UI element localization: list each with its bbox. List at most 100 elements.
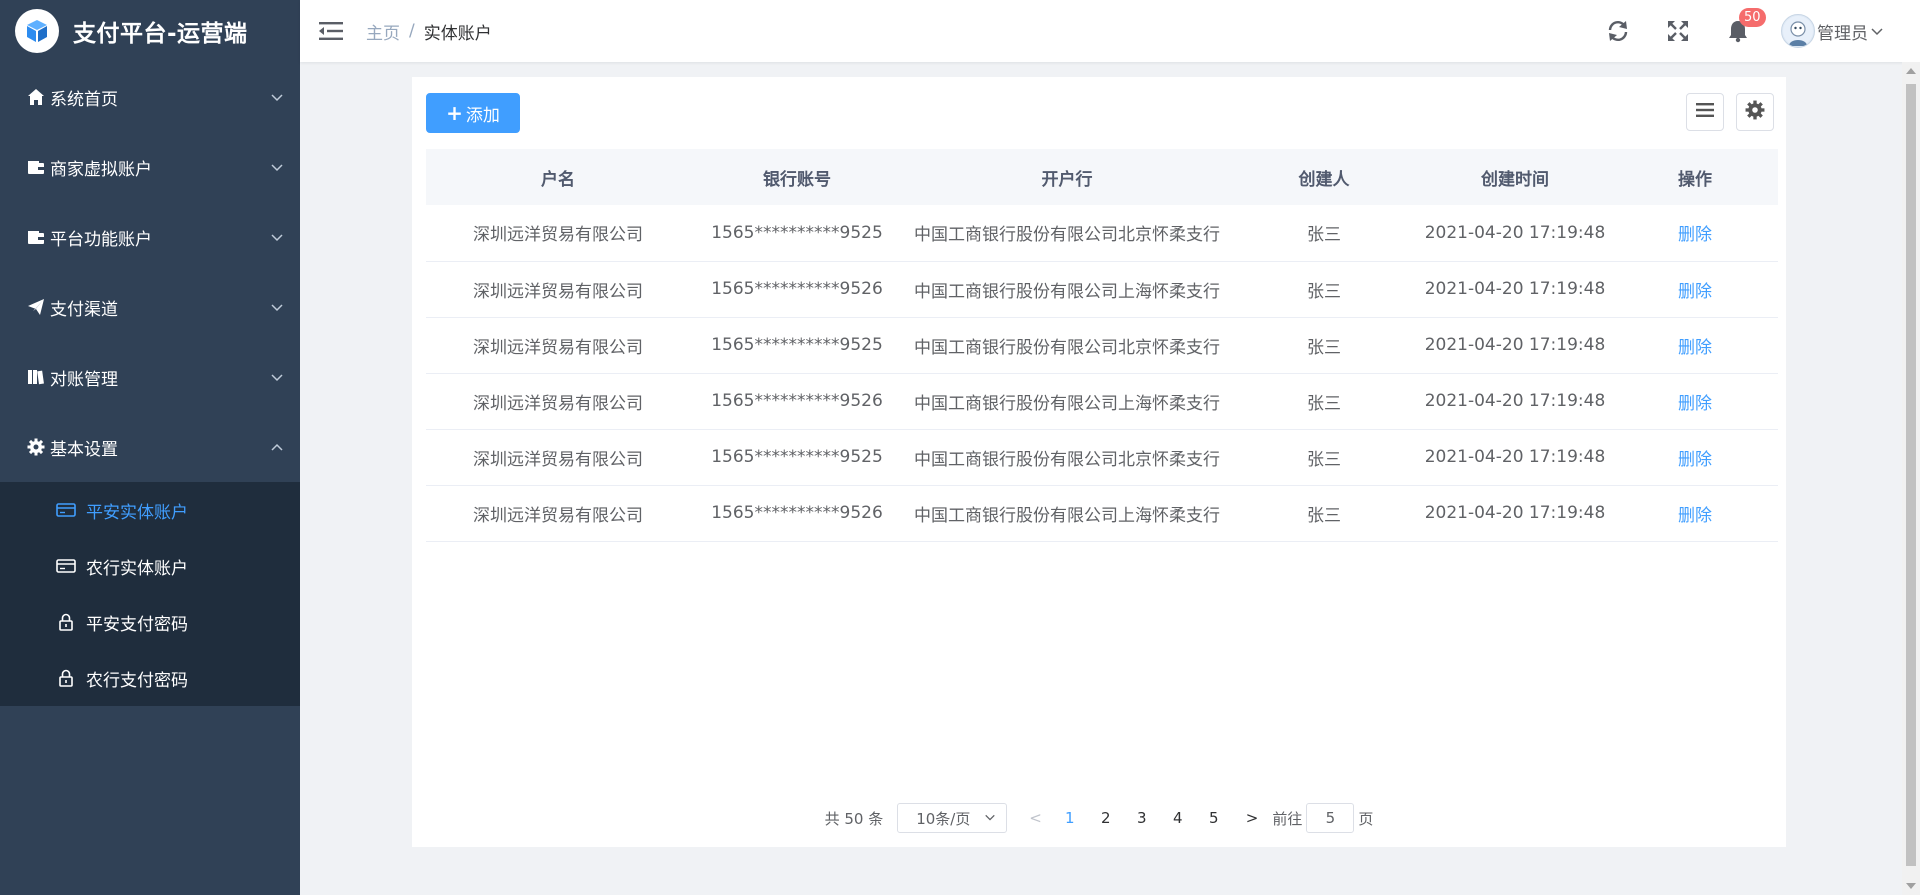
page-number[interactable]: 4 xyxy=(1169,809,1187,827)
page-size-select[interactable]: 10条/页 xyxy=(897,803,1008,833)
collapse-menu-icon[interactable] xyxy=(318,18,344,44)
chevron-up-icon xyxy=(270,440,284,454)
chevron-down-icon xyxy=(270,370,284,384)
column-header: 创建时间 xyxy=(1418,149,1612,205)
chevron-down-icon xyxy=(270,160,284,174)
sidebar-item-merchant-virtual-account[interactable]: 商家虚拟账户 xyxy=(0,132,300,202)
cube-logo-icon xyxy=(15,9,59,53)
cell-bank: 中国工商银行股份有限公司上海怀柔支行 xyxy=(904,485,1230,542)
accounts-table: 户名 银行账号 开户行 创建人 创建时间 操作 深圳远洋贸易有限公司 1565*… xyxy=(426,149,1778,542)
cell-created-time: 2021-04-20 17:19:48 xyxy=(1418,261,1612,318)
avatar xyxy=(1781,14,1815,48)
cell-bank-account: 1565**********9525 xyxy=(690,317,904,374)
add-button[interactable]: + 添加 xyxy=(426,93,520,133)
breadcrumb-home[interactable]: 主页 xyxy=(366,19,400,44)
chevron-down-icon xyxy=(270,300,284,314)
table-row: 深圳远洋贸易有限公司 1565**********9526 中国工商银行股份有限… xyxy=(426,261,1778,318)
settings-button[interactable] xyxy=(1736,93,1774,131)
user-menu[interactable]: 管理员 xyxy=(1781,14,1884,48)
chevron-down-icon xyxy=(270,90,284,104)
sidebar-subitem-abc-account[interactable]: 农行实体账户 xyxy=(0,538,300,594)
sidebar-subitem-abc-password[interactable]: 农行支付密码 xyxy=(0,650,300,706)
scrollbar-thumb[interactable] xyxy=(1906,84,1916,866)
cell-account-name: 深圳远洋贸易有限公司 xyxy=(426,317,690,374)
delete-link[interactable]: 删除 xyxy=(1678,338,1712,358)
cell-action: 删除 xyxy=(1612,317,1778,374)
credit-card-icon xyxy=(56,556,76,576)
goto-page-input[interactable] xyxy=(1306,803,1355,833)
cell-created-time: 2021-04-20 17:19:48 xyxy=(1418,317,1612,374)
cell-creator: 张三 xyxy=(1230,429,1418,486)
book-icon xyxy=(26,367,46,387)
column-header: 操作 xyxy=(1612,149,1778,205)
sidebar-item-label: 对账管理 xyxy=(50,369,118,390)
cell-bank-account: 1565**********9526 xyxy=(690,261,904,318)
sidebar-item-home[interactable]: 系统首页 xyxy=(0,62,300,132)
sidebar-subitem-label: 农行实体账户 xyxy=(86,558,188,579)
sidebar: 支付平台-运营端 系统首页 商家虚拟账户 平台功能账户 支付渠道 对账管理 基本… xyxy=(0,0,300,895)
vertical-scrollbar[interactable] xyxy=(1902,62,1920,895)
delete-link[interactable]: 删除 xyxy=(1678,282,1712,302)
sidebar-item-basic-settings[interactable]: 基本设置 xyxy=(0,412,300,482)
column-header: 户名 xyxy=(426,149,690,205)
sidebar-item-label: 支付渠道 xyxy=(50,299,118,320)
add-button-label: 添加 xyxy=(465,105,500,126)
page-size-value: 10条/页 xyxy=(916,809,971,828)
cell-created-time: 2021-04-20 17:19:48 xyxy=(1418,429,1612,486)
gear-icon xyxy=(26,437,46,457)
page-number[interactable]: 5 xyxy=(1205,809,1223,827)
page-number[interactable]: 3 xyxy=(1133,809,1151,827)
sidebar-subitem-pingan-password[interactable]: 平安支付密码 xyxy=(0,594,300,650)
delete-link[interactable]: 删除 xyxy=(1678,394,1712,414)
cell-bank-account: 1565**********9525 xyxy=(690,205,904,262)
settings-submenu: 平安实体账户 农行实体账户 平安支付密码 农行支付密码 xyxy=(0,482,300,706)
plus-icon: + xyxy=(446,101,463,125)
fullscreen-icon[interactable] xyxy=(1665,18,1691,44)
cell-action: 删除 xyxy=(1612,373,1778,430)
main-card: + 添加 户名 银行账号 开户行 创建人 创建时间 操作 深圳远洋贸易有限公司 … xyxy=(412,77,1786,847)
sidebar-item-label: 基本设置 xyxy=(50,439,118,460)
cell-bank-account: 1565**********9526 xyxy=(690,485,904,542)
sidebar-subitem-pingan-account[interactable]: 平安实体账户 xyxy=(0,482,300,538)
notification-badge: 50 xyxy=(1739,8,1766,27)
lock-icon xyxy=(56,668,76,688)
next-page-button[interactable]: > xyxy=(1246,809,1259,827)
scroll-up-arrow-icon[interactable] xyxy=(1906,68,1916,74)
cell-account-name: 深圳远洋贸易有限公司 xyxy=(426,261,690,318)
paper-plane-icon xyxy=(26,297,46,317)
delete-link[interactable]: 删除 xyxy=(1678,450,1712,470)
cell-action: 删除 xyxy=(1612,205,1778,262)
bell-icon[interactable]: 50 xyxy=(1725,8,1766,44)
delete-link[interactable]: 删除 xyxy=(1678,506,1712,526)
credit-card-icon xyxy=(56,500,76,520)
column-header: 开户行 xyxy=(904,149,1230,205)
page-number[interactable]: 1 xyxy=(1061,809,1079,827)
sidebar-item-label: 商家虚拟账户 xyxy=(50,159,152,180)
table-row: 深圳远洋贸易有限公司 1565**********9526 中国工商银行股份有限… xyxy=(426,373,1778,430)
sidebar-subitem-label: 农行支付密码 xyxy=(86,670,188,691)
chevron-down-icon xyxy=(1870,24,1884,38)
scroll-down-arrow-icon[interactable] xyxy=(1906,883,1916,889)
cell-account-name: 深圳远洋贸易有限公司 xyxy=(426,429,690,486)
delete-link[interactable]: 删除 xyxy=(1678,225,1712,245)
header-actions: 50 管理员 xyxy=(1571,0,1884,62)
column-list-button[interactable] xyxy=(1686,93,1724,131)
table-row: 深圳远洋贸易有限公司 1565**********9525 中国工商银行股份有限… xyxy=(426,317,1778,374)
breadcrumb: 主页 / 实体账户 xyxy=(366,19,492,44)
sidebar-item-platform-function-account[interactable]: 平台功能账户 xyxy=(0,202,300,272)
sidebar-item-reconciliation[interactable]: 对账管理 xyxy=(0,342,300,412)
user-name: 管理员 xyxy=(1817,23,1868,44)
logo[interactable]: 支付平台-运营端 xyxy=(0,0,300,62)
cell-action: 删除 xyxy=(1612,261,1778,318)
cell-account-name: 深圳远洋贸易有限公司 xyxy=(426,485,690,542)
cell-created-time: 2021-04-20 17:19:48 xyxy=(1418,373,1612,430)
chevron-down-icon xyxy=(984,809,996,827)
refresh-icon[interactable] xyxy=(1605,18,1631,44)
prev-page-button[interactable]: < xyxy=(1029,809,1042,827)
page-number[interactable]: 2 xyxy=(1097,809,1115,827)
cell-creator: 张三 xyxy=(1230,261,1418,318)
wallet-icon xyxy=(26,157,46,177)
cell-bank: 中国工商银行股份有限公司北京怀柔支行 xyxy=(904,317,1230,374)
cell-bank-account: 1565**********9526 xyxy=(690,373,904,430)
sidebar-item-payment-channel[interactable]: 支付渠道 xyxy=(0,272,300,342)
